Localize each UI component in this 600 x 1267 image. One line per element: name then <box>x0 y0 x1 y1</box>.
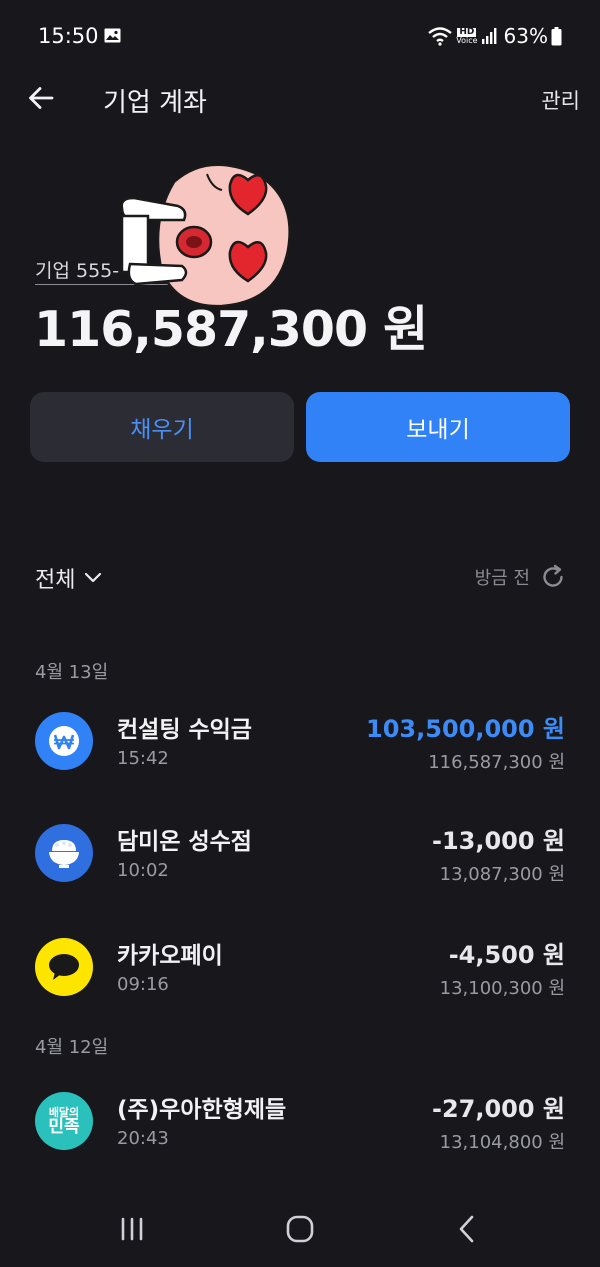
transaction-time: 15:42 <box>117 748 169 769</box>
refresh-icon <box>543 564 563 587</box>
date-header: 4월 13일 <box>35 662 109 683</box>
voice-label: Voice <box>456 35 478 45</box>
refresh-button[interactable]: 방금 전 <box>475 564 566 590</box>
transaction-amount: -4,500 원 <box>448 941 565 969</box>
hd-voice-icon: HD Voice <box>456 27 478 45</box>
date-header: 4월 12일 <box>35 1037 109 1058</box>
rice-bowl-icon <box>35 824 93 882</box>
back-arrow-icon[interactable] <box>28 85 54 111</box>
manage-button[interactable]: 관리 <box>541 85 580 115</box>
signal-icon <box>481 28 496 44</box>
transaction-name: 담미온 성수점 <box>117 829 252 855</box>
status-indicators: HD Voice 63% <box>427 24 562 48</box>
transaction-name: 카카오페이 <box>117 943 223 969</box>
status-bar: 15:50 HD Voice 63% <box>0 0 600 72</box>
transaction-time: 09:16 <box>117 974 169 995</box>
gallery-icon <box>104 28 121 43</box>
home-icon[interactable] <box>280 1209 320 1249</box>
app-header: 기업 계좌 관리 <box>0 72 600 124</box>
transaction-balance: 116,587,300 원 <box>428 752 565 773</box>
transaction-time: 10:02 <box>117 860 169 881</box>
transaction-row[interactable]: 배달의 민족 (주)우아한형제들 20:43 -27,000 원 13,104,… <box>0 1092 600 1192</box>
transaction-amount: -13,000 원 <box>431 827 565 855</box>
kakaopay-icon <box>35 938 93 996</box>
baemin-logo-text-bottom: 민족 <box>48 1116 80 1137</box>
won-icon <box>35 712 93 770</box>
transaction-amount: 103,500,000 원 <box>366 715 565 743</box>
refresh-timestamp: 방금 전 <box>474 568 530 589</box>
transaction-row[interactable]: 컨설팅 수익금 15:42 103,500,000 원 116,587,300 … <box>0 712 600 812</box>
battery-icon <box>551 26 562 45</box>
system-nav-bar <box>0 1195 600 1267</box>
send-button[interactable]: 보내기 <box>306 392 570 462</box>
app-screen: 15:50 HD Voice 63% 기업 계좌 관리 기업 555- 116,… <box>0 0 600 1267</box>
transaction-balance: 13,100,300 원 <box>439 978 565 999</box>
transaction-time: 20:43 <box>117 1128 169 1149</box>
transaction-amount: -27,000 원 <box>431 1095 565 1123</box>
fill-button[interactable]: 채우기 <box>30 392 294 462</box>
heart-eyes-sticker <box>120 163 291 308</box>
back-nav-icon[interactable] <box>448 1209 488 1249</box>
transaction-name: 컨설팅 수익금 <box>117 717 252 743</box>
battery-percent: 63% <box>503 24 548 48</box>
account-name: 기업 555- <box>35 260 120 282</box>
wifi-icon <box>428 27 453 46</box>
transaction-balance: 13,087,300 원 <box>439 864 565 885</box>
transaction-row[interactable]: 카카오페이 09:16 -4,500 원 13,100,300 원 <box>0 938 600 1038</box>
transaction-row[interactable]: 담미온 성수점 10:02 -13,000 원 13,087,300 원 <box>0 824 600 924</box>
recent-apps-icon[interactable] <box>112 1209 152 1249</box>
page-title: 기업 계좌 <box>103 88 207 118</box>
baemin-icon: 배달의 민족 <box>35 1092 93 1150</box>
transaction-balance: 13,104,800 원 <box>439 1132 565 1153</box>
baemin-logo-text-top: 배달의 <box>48 1105 80 1119</box>
filter-dropdown[interactable]: 전체 <box>35 562 103 594</box>
chevron-down-icon <box>85 572 102 583</box>
filter-label: 전체 <box>35 568 76 593</box>
status-time: 15:50 <box>38 24 99 48</box>
transaction-name: (주)우아한형제들 <box>117 1097 287 1123</box>
